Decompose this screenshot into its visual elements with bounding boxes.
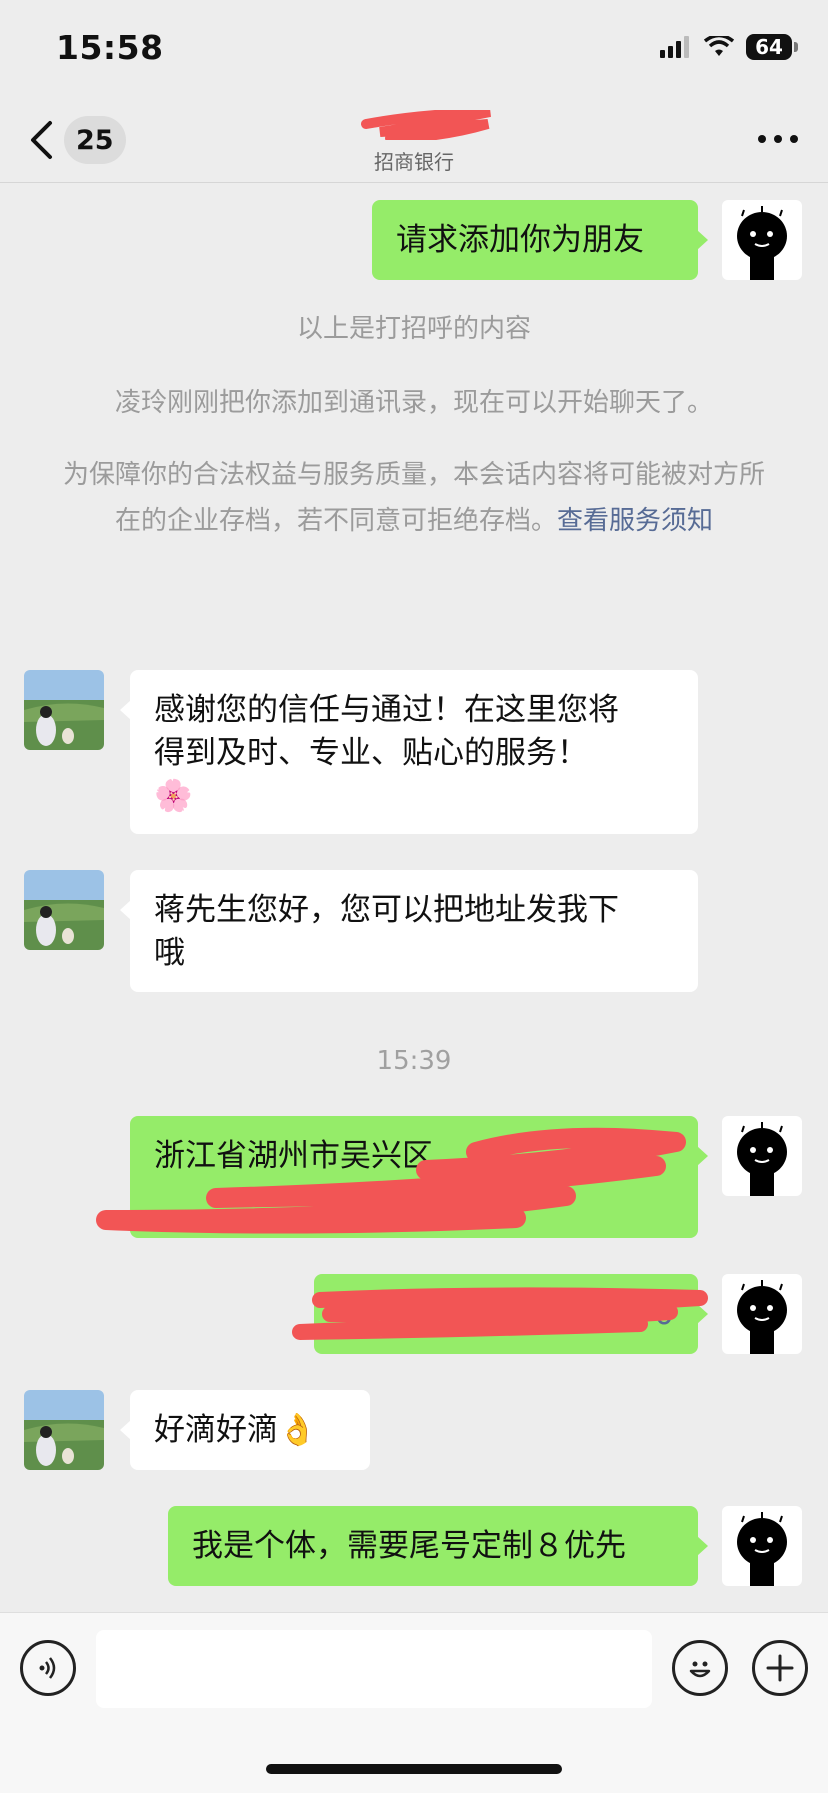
message-bubble-outgoing[interactable]: 浙江省湖州市吴兴区 [130,1116,708,1238]
bubble-tail [697,1146,708,1166]
wifi-icon [704,36,734,56]
service-terms-link[interactable]: 查看服务须知 [557,506,713,536]
contact-avatar[interactable] [24,1390,104,1470]
message-text: 感谢您的信任与通过！在这里您将 [154,692,619,728]
my-avatar[interactable] [722,200,802,280]
unread-count-badge[interactable]: 25 [64,116,126,164]
time-divider: 15:39 [376,1046,452,1076]
system-notice-archive: 为保障你的合法权益与服务质量，本会话内容将可能被对方所在的企业存档，若不同意可拒… [58,452,770,544]
avatar-image [722,200,802,280]
contact-avatar[interactable] [24,670,104,750]
system-notice: 以上是打招呼的内容 [296,314,531,344]
cherry-blossom-emoji: 🌸 [154,778,193,814]
bubble-tail [120,700,131,720]
status-time: 15:58 [56,28,164,67]
status-icons: 64 [660,34,798,60]
bubble-tail [697,230,708,250]
message-text-redacted: 0 [654,1296,674,1332]
avatar-image [722,1116,802,1196]
avatar-image [722,1274,802,1354]
message-text: 得到及时、专业、贴心的服务！ [154,735,588,771]
home-indicator [266,1764,562,1774]
message-bubble-outgoing[interactable]: 请求添加你为朋友 [372,200,708,280]
bubble-tail [120,1420,131,1440]
message-text: 哦 [154,935,185,971]
more-functions-button[interactable] [752,1640,808,1696]
bubble-tail [697,1304,708,1324]
message-text-address: 浙江省湖州市吴兴区 [154,1138,433,1174]
message-text: 好滴好滴 [154,1412,278,1448]
contact-avatar[interactable] [24,870,104,950]
system-notice: 凌玲刚刚把你添加到通讯录，现在可以开始聊天了。 [114,388,713,418]
ok-hand-emoji: 👌 [278,1412,317,1448]
my-avatar[interactable] [722,1116,802,1196]
message-bubble-incoming[interactable]: 好滴好滴👌 [120,1390,370,1470]
voice-button[interactable] [20,1640,76,1696]
message-bubble-incoming[interactable]: 蒋先生您好，您可以把地址发我下 哦 [120,870,698,992]
my-avatar[interactable] [722,1274,802,1354]
message-bubble-incoming[interactable]: 感谢您的信任与通过！在这里您将 得到及时、专业、贴心的服务！ 🌸 [120,670,698,834]
back-button[interactable] [28,112,68,168]
avatar-image [24,670,104,750]
emoji-icon [689,1661,711,1678]
battery-indicator: 64 [746,34,798,60]
message-bubble-outgoing[interactable]: 我是个体，需要尾号定制８优先 [168,1506,708,1586]
signal-icon [660,36,689,58]
voice-icon [39,1657,56,1679]
contact-company: 招商银行 [374,150,454,174]
more-icon[interactable] [756,124,800,154]
bubble-tail [697,1536,708,1556]
message-text: 请求添加你为朋友 [396,222,644,258]
message-bubble-outgoing[interactable]: 0 [314,1274,708,1354]
avatar-image [24,1390,104,1470]
emoji-button[interactable] [672,1640,728,1696]
avatar-image [24,870,104,950]
contact-name-redacted [361,110,491,140]
bubble-tail [120,900,131,920]
avatar-image [722,1506,802,1586]
message-input[interactable] [96,1630,652,1708]
message-text: 我是个体，需要尾号定制８优先 [192,1528,626,1564]
plus-icon [766,1654,794,1682]
message-text: 蒋先生您好，您可以把地址发我下 [154,892,619,928]
my-avatar[interactable] [722,1506,802,1586]
chevron-left-icon [31,121,52,159]
